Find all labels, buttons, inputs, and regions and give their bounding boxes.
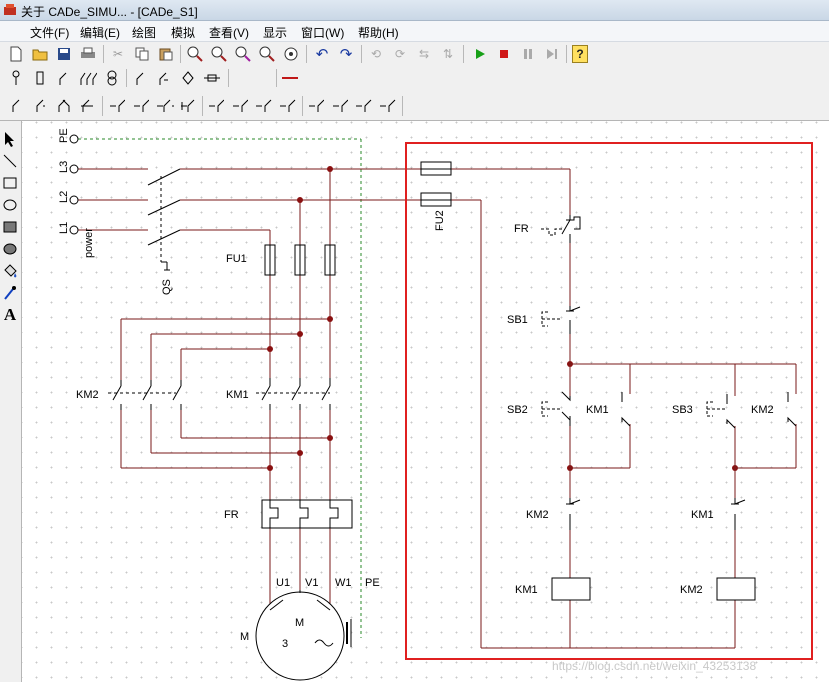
control-contacts — [541, 215, 797, 530]
supply-terminals — [69, 134, 79, 235]
label-power: power — [83, 228, 95, 258]
contactor-coils — [551, 577, 756, 601]
label-km2-coil: KM2 — [680, 584, 703, 596]
label-motor-phases: 3 — [282, 638, 288, 650]
label-l3: L3 — [58, 161, 70, 173]
junction-dots — [267, 166, 738, 471]
label-fr-main: FR — [224, 509, 239, 521]
motor — [255, 590, 352, 681]
label-sb3: SB3 — [672, 404, 693, 416]
schematic-drawing: PE L3 L2 L1 power QS FU1 FU2 KM2 KM1 FR … — [58, 128, 813, 681]
label-u1: U1 — [276, 577, 290, 589]
label-l2: L2 — [58, 191, 70, 203]
control-circuit-wires — [451, 168, 797, 649]
label-fu1: FU1 — [226, 253, 247, 265]
label-pe: PE — [58, 128, 70, 143]
label-ctrl-fr: FR — [514, 223, 529, 235]
label-w1: W1 — [335, 577, 352, 589]
pe-protective-earth — [78, 138, 362, 638]
label-motor-m: M — [295, 617, 304, 629]
label-sb2: SB2 — [507, 404, 528, 416]
fu2-fuses — [420, 161, 452, 207]
label-sb1: SB1 — [507, 314, 528, 326]
label-km2-hold: KM2 — [751, 404, 774, 416]
schematic-labels: PE L3 L2 L1 power QS FU1 FU2 KM2 KM1 FR … — [58, 128, 774, 673]
main-contactor-contacts — [108, 378, 331, 410]
label-fu2: FU2 — [434, 210, 446, 231]
label-km1-hold: KM1 — [586, 404, 609, 416]
label-km1-interlock: KM1 — [691, 509, 714, 521]
label-qs: QS — [161, 279, 173, 295]
label-v1: V1 — [305, 577, 318, 589]
label-km2-interlock: KM2 — [526, 509, 549, 521]
fr-thermal-relay — [261, 499, 353, 529]
label-l1: L1 — [58, 222, 70, 234]
watermark-text: https://blog.csdn.net/weixin_43253138 — [552, 659, 756, 673]
label-motor-m-outer: M — [240, 631, 249, 643]
label-km1-main: KM1 — [226, 389, 249, 401]
label-km1-coil: KM1 — [515, 584, 538, 596]
label-km2-main: KM2 — [76, 389, 99, 401]
power-circuit-wires — [78, 168, 431, 610]
fu1-fuses — [264, 244, 336, 276]
label-motor-pe: PE — [365, 577, 380, 589]
